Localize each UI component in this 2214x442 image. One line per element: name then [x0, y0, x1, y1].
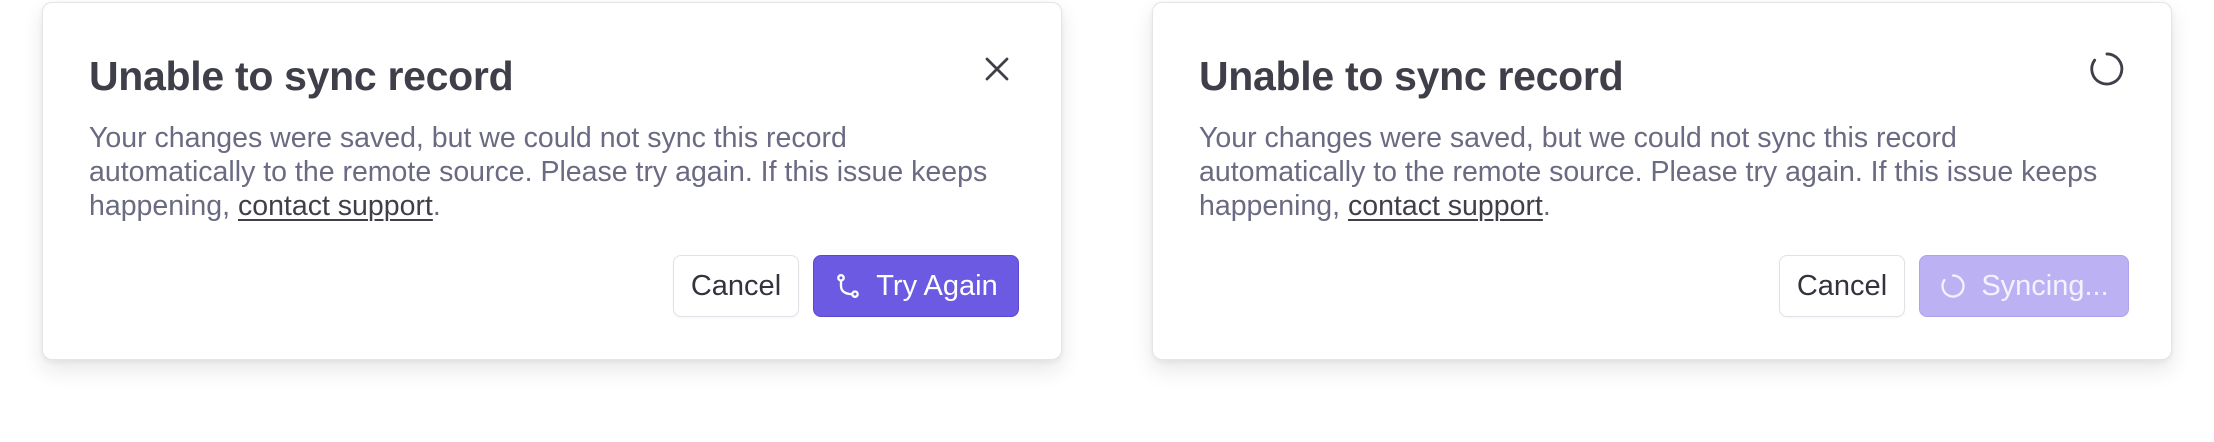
message-text: Your changes were saved, but we could no…	[89, 122, 988, 222]
loading-indicator	[2087, 49, 2127, 89]
dialog-message: Your changes were saved, but we could no…	[89, 121, 1019, 223]
contact-support-link[interactable]: contact support	[1348, 190, 1543, 222]
loading-spinner-icon	[2090, 52, 2124, 86]
cancel-label: Cancel	[1796, 269, 1888, 302]
syncing-label: Syncing...	[1981, 269, 2109, 302]
close-icon	[985, 57, 1009, 81]
dialog-title: Unable to sync record	[1199, 53, 1624, 99]
message-text: Your changes were saved, but we could no…	[1199, 122, 2098, 222]
try-again-button[interactable]: Try Again	[813, 255, 1019, 317]
cancel-label: Cancel	[690, 269, 782, 302]
message-suffix: .	[432, 190, 441, 222]
dialog-title: Unable to sync record	[89, 53, 514, 99]
sync-error-dialog: Unable to sync record Your changes were …	[42, 2, 1062, 360]
git-branch-icon	[834, 272, 862, 300]
message-suffix: .	[1542, 190, 1551, 222]
sync-loading-dialog: Unable to sync record Your changes were …	[1152, 2, 2172, 360]
close-button[interactable]	[977, 49, 1017, 89]
try-again-label: Try Again	[876, 269, 998, 302]
syncing-button: Syncing...	[1919, 255, 2129, 317]
cancel-button[interactable]: Cancel	[673, 255, 799, 317]
contact-support-link[interactable]: contact support	[238, 190, 433, 222]
cancel-button[interactable]: Cancel	[1779, 255, 1905, 317]
loading-spinner-icon	[1939, 272, 1967, 300]
dialog-message: Your changes were saved, but we could no…	[1199, 121, 2129, 223]
